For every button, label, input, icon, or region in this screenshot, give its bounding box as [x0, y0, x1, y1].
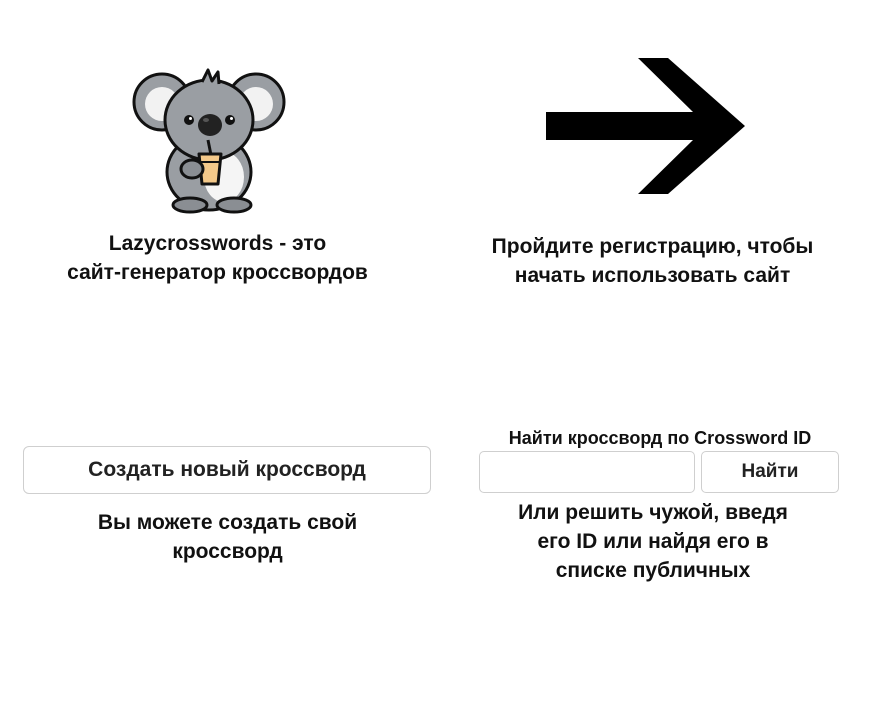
register-caption-line2: начать использовать сайт [514, 264, 791, 287]
create-caption-line2: кроссворд [172, 540, 283, 563]
crossword-id-input[interactable] [479, 451, 695, 493]
intro-caption-line2: сайт-генератор кроссвордов [67, 261, 368, 284]
find-button[interactable]: Найти [701, 451, 839, 493]
arrow-right-icon [543, 56, 748, 196]
create-caption-line1: Вы можете создать свой [97, 511, 358, 534]
create-caption: Вы можете создать свой кроссворд [30, 508, 425, 566]
intro-caption-line1: Lazycrosswords - это [108, 232, 327, 255]
find-caption-line2: его ID или найдя его в [537, 530, 769, 553]
koala-mascot-icon [132, 62, 287, 214]
find-caption-line3: списке публичных [555, 559, 751, 582]
find-caption: Или решить чужой, введя его ID или найдя… [478, 498, 828, 585]
create-crossword-button[interactable]: Создать новый кроссворд [23, 446, 431, 494]
register-caption[interactable]: Пройдите регистрацию, чтобы начать испол… [465, 232, 840, 290]
find-caption-line1: Или решить чужой, введя [518, 501, 788, 524]
register-caption-line1: Пройдите регистрацию, чтобы [491, 235, 814, 258]
find-by-id-label: Найти кроссворд по Crossword ID [508, 428, 812, 448]
intro-caption: Lazycrosswords - это сайт-генератор крос… [30, 229, 405, 287]
